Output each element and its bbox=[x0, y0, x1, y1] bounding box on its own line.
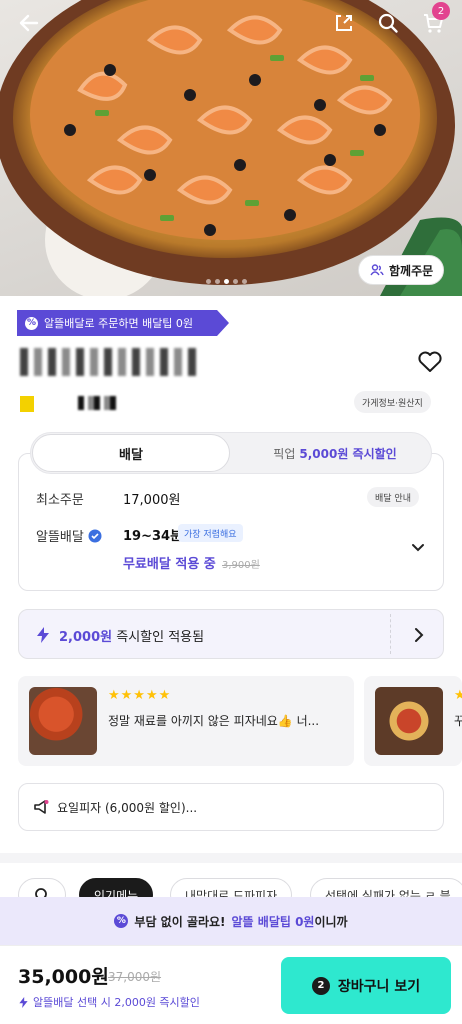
carousel-dot bbox=[206, 279, 211, 284]
instant-discount-text: 2,000원 즉시할인 적용됨 bbox=[59, 626, 204, 645]
search-icon bbox=[378, 13, 398, 33]
tab-delivery[interactable]: 배달 bbox=[32, 434, 230, 472]
lightning-icon bbox=[37, 627, 49, 643]
store-hero-image[interactable]: 2 함께주문 bbox=[0, 0, 462, 296]
pickup-discount-label: 5,000원 즉시할인 bbox=[299, 446, 397, 461]
cart-item-count: 2 bbox=[311, 976, 330, 995]
free-delivery-label: 무료배달 적용 중 bbox=[123, 557, 216, 572]
banner-prefix: 부담 없이 골라요! bbox=[134, 914, 226, 929]
together-order-button[interactable]: 함께주문 bbox=[358, 255, 444, 285]
view-cart-button[interactable]: 2 장바구니 보기 bbox=[281, 957, 451, 1014]
delivery-guide-button[interactable]: 배달 안내 bbox=[367, 487, 419, 507]
review-text: 정말 재료를 아끼지 않은 피자네요👍 너... bbox=[108, 714, 320, 728]
original-delivery-fee: 3,900원 bbox=[222, 560, 260, 571]
carousel-dot bbox=[215, 279, 220, 284]
saver-delivery-row: 알뜰배달 bbox=[36, 526, 102, 545]
together-order-label: 함께주문 bbox=[389, 263, 434, 278]
delivery-time-value: 19~34분 bbox=[123, 529, 183, 544]
section-divider bbox=[0, 853, 462, 863]
review-stars: ★ bbox=[454, 688, 462, 703]
carousel-dot bbox=[233, 279, 238, 284]
back-button[interactable] bbox=[14, 8, 44, 38]
share-icon bbox=[336, 15, 352, 31]
percent-icon: % bbox=[25, 316, 38, 330]
chevron-down-icon[interactable] bbox=[410, 540, 426, 556]
min-order-label: 최소주문 bbox=[36, 493, 84, 508]
carousel-indicator bbox=[206, 279, 247, 284]
min-order-value: 17,000원 bbox=[123, 493, 181, 508]
arrow-left-icon bbox=[19, 14, 39, 32]
chevron-right-icon bbox=[415, 628, 424, 642]
view-cart-label: 장바구니 보기 bbox=[337, 978, 421, 995]
cart-count-badge: 2 bbox=[432, 2, 450, 20]
original-price: 37,000원 bbox=[108, 970, 162, 984]
lightning-icon bbox=[19, 996, 28, 1008]
banner-suffix: 이니까 bbox=[314, 914, 348, 929]
banner-highlight: 알뜰 배달팁 0원 bbox=[231, 914, 315, 929]
instant-discount-bar[interactable]: 2,000원 즉시할인 적용됨 bbox=[18, 609, 444, 659]
carousel-dot-active bbox=[224, 279, 229, 284]
carousel-dot bbox=[242, 279, 247, 284]
coupon-row[interactable]: 요일피자 (6,000원 할인)... bbox=[18, 783, 444, 831]
saver-delivery-promo-tag: % 알뜰배달로 주문하면 배달팁 0원 bbox=[17, 310, 229, 336]
saver-delivery-label: 알뜰배달 bbox=[36, 530, 84, 545]
order-type-toggle: 배달 픽업 5,000원 즉시할인 bbox=[30, 432, 432, 474]
pizza-photo bbox=[0, 0, 462, 296]
price-note-text: 알뜰배달 선택 시 2,000원 즉시할인 bbox=[33, 996, 200, 1009]
tab-pickup-label: 픽업 bbox=[273, 446, 296, 461]
review-stars: ★★★★★ bbox=[108, 688, 172, 703]
price-note: 알뜰배달 선택 시 2,000원 즉시할인 bbox=[18, 994, 200, 1010]
share-button[interactable] bbox=[329, 8, 359, 38]
saver-delivery-banner: % 부담 없이 골라요! 알뜰 배달팁 0원 이니까 bbox=[0, 897, 462, 945]
total-price: 35,000원 bbox=[18, 966, 109, 988]
review-text: 꾸 bbox=[454, 714, 462, 728]
megaphone-icon bbox=[34, 800, 49, 814]
percent-icon: % bbox=[114, 914, 129, 928]
store-name-redacted bbox=[20, 348, 200, 376]
people-icon bbox=[370, 264, 384, 276]
store-rating-redacted bbox=[20, 396, 118, 412]
heart-icon bbox=[418, 351, 442, 372]
review-card[interactable]: ★★★★★ 정말 재료를 아끼지 않은 피자네요👍 너... bbox=[18, 676, 354, 766]
dashed-divider bbox=[390, 614, 391, 654]
promo-tag-label: 알뜰배달로 주문하면 배달팁 0원 bbox=[44, 317, 194, 330]
instant-discount-label: 즉시할인 적용됨 bbox=[116, 630, 205, 645]
review-photo bbox=[29, 687, 97, 755]
search-button[interactable] bbox=[373, 8, 403, 38]
cheapest-badge: 가장 저렴해요 bbox=[178, 524, 243, 542]
store-info-button[interactable]: 가게정보·원산지 bbox=[354, 391, 431, 413]
review-photo bbox=[375, 687, 443, 755]
favorite-button[interactable] bbox=[417, 350, 443, 374]
tab-pickup[interactable]: 픽업 5,000원 즉시할인 bbox=[239, 433, 431, 473]
saver-delivery-icon bbox=[88, 529, 102, 542]
instant-discount-amount: 2,000원 bbox=[59, 630, 113, 645]
coupon-text: 요일피자 (6,000원 할인)... bbox=[57, 800, 198, 815]
review-card[interactable]: ★ 꾸 bbox=[364, 676, 462, 766]
